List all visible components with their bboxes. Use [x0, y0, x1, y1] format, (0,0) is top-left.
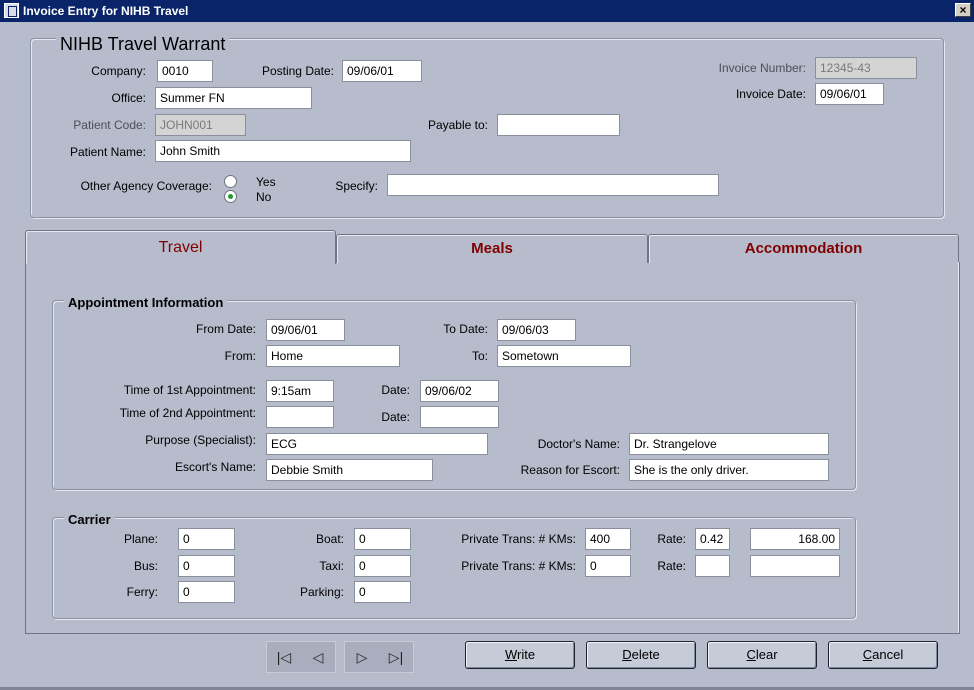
reason-field[interactable]: [629, 459, 829, 481]
last-record-button[interactable]: ▷|: [379, 642, 413, 672]
plane-field[interactable]: [178, 528, 235, 550]
invoice-entry-window: Invoice Entry for NIHB Travel × NIHB Tra…: [0, 0, 974, 690]
doctor-label: Doctor's Name:: [537, 437, 620, 451]
payable-to-field[interactable]: [497, 114, 620, 136]
to-field[interactable]: [497, 345, 631, 367]
invoice-date-label: Invoice Date:: [735, 87, 806, 101]
appt2-date-label: Date:: [381, 410, 410, 424]
rate2-field[interactable]: [695, 555, 730, 577]
escort-label: Escort's Name:: [175, 460, 256, 474]
appt1-time-field[interactable]: [266, 380, 334, 402]
coverage-label: Other Agency Coverage:: [80, 179, 212, 193]
purpose-field[interactable]: [266, 433, 488, 455]
patient-name-label: Patient Name:: [69, 145, 146, 159]
delete-button[interactable]: Delete: [586, 641, 696, 669]
rate2-label: Rate:: [657, 559, 686, 573]
posting-date-label: Posting Date:: [261, 64, 334, 78]
prev-record-button[interactable]: ◁: [301, 642, 335, 672]
total1-field: [750, 528, 840, 550]
doctor-field[interactable]: [629, 433, 829, 455]
patient-code-field: [155, 114, 246, 136]
bus-field[interactable]: [178, 555, 235, 577]
appt1-date-field[interactable]: [420, 380, 499, 402]
private1-kms-label: Private Trans: # KMs:: [461, 532, 576, 546]
travel-warrant-title: NIHB Travel Warrant: [56, 34, 230, 55]
rate1-field[interactable]: [695, 528, 730, 550]
coverage-yes-radio[interactable]: [224, 175, 237, 188]
tab-meals[interactable]: Meals: [336, 234, 648, 263]
tab-accommodation[interactable]: Accommodation: [648, 234, 959, 263]
private1-kms-field[interactable]: [585, 528, 631, 550]
delete-label: elete: [631, 647, 660, 662]
clear-label: lear: [755, 647, 778, 662]
company-field[interactable]: [157, 60, 213, 82]
coverage-no-radio[interactable]: [224, 190, 237, 203]
taxi-field[interactable]: [354, 555, 411, 577]
appt2-time-field[interactable]: [266, 406, 334, 428]
write-label: rite: [516, 647, 536, 662]
boat-label: Boat:: [315, 532, 344, 546]
office-label: Office:: [111, 91, 146, 105]
reason-label: Reason for Escort:: [520, 463, 620, 477]
parking-field[interactable]: [354, 581, 411, 603]
boat-field[interactable]: [354, 528, 411, 550]
ferry-label: Ferry:: [126, 585, 158, 599]
from-date-field[interactable]: [266, 319, 345, 341]
title-bar: Invoice Entry for NIHB Travel ×: [0, 0, 974, 22]
patient-name-field[interactable]: [155, 140, 411, 162]
appt1-time-label: Time of 1st Appointment:: [123, 383, 256, 397]
to-label: To:: [471, 349, 488, 363]
write-button[interactable]: Write: [465, 641, 575, 669]
posting-date-field[interactable]: [342, 60, 422, 82]
next-record-button[interactable]: ▷: [345, 642, 379, 672]
first-record-button[interactable]: |◁: [267, 642, 301, 672]
appt1-date-label: Date:: [381, 383, 410, 397]
close-button[interactable]: ×: [955, 3, 971, 17]
rate1-label: Rate:: [657, 532, 686, 546]
bus-label: Bus:: [133, 559, 158, 573]
delete-mnemonic: D: [622, 647, 632, 662]
appointment-title: Appointment Information: [64, 295, 228, 310]
coverage-no-label: No: [256, 190, 272, 204]
office-field[interactable]: [155, 87, 312, 109]
invoice-number-field: [815, 57, 917, 79]
clear-button[interactable]: Clear: [707, 641, 817, 669]
plane-label: Plane:: [123, 532, 158, 546]
write-mnemonic: W: [504, 647, 517, 662]
app-icon: [4, 3, 19, 18]
from-label: From:: [224, 349, 256, 363]
coverage-yes-label: Yes: [256, 175, 276, 189]
to-date-field[interactable]: [497, 319, 576, 341]
nav-group-left: |◁ ◁: [266, 641, 336, 673]
invoice-date-field[interactable]: [815, 83, 884, 105]
specify-label: Specify:: [335, 179, 378, 193]
appt2-date-field[interactable]: [420, 406, 499, 428]
escort-field[interactable]: [266, 459, 433, 481]
ferry-field[interactable]: [178, 581, 235, 603]
payable-to-label: Payable to:: [427, 118, 488, 132]
from-date-label: From Date:: [195, 322, 256, 336]
cancel-mnemonic: C: [862, 647, 873, 662]
total2-field: [750, 555, 840, 577]
cancel-button[interactable]: Cancel: [828, 641, 938, 669]
to-date-label: To Date:: [443, 322, 488, 336]
tab-travel[interactable]: Travel: [25, 230, 336, 264]
private2-kms-label: Private Trans: # KMs:: [461, 559, 576, 573]
company-label: Company:: [91, 64, 146, 78]
taxi-label: Taxi:: [319, 559, 344, 573]
private2-kms-field[interactable]: [585, 555, 631, 577]
specify-field[interactable]: [387, 174, 719, 196]
invoice-number-label: Invoice Number:: [718, 61, 806, 75]
from-field[interactable]: [266, 345, 400, 367]
window-title: Invoice Entry for NIHB Travel: [23, 4, 189, 18]
parking-label: Parking:: [299, 585, 344, 599]
carrier-title: Carrier: [64, 512, 115, 527]
patient-code-label: Patient Code:: [73, 118, 146, 132]
nav-group-right: ▷ ▷|: [344, 641, 414, 673]
appt2-time-label: Time of 2nd Appointment:: [119, 406, 256, 420]
clear-mnemonic: C: [746, 647, 756, 662]
cancel-label: ancel: [872, 647, 904, 662]
purpose-label: Purpose (Specialist):: [145, 433, 256, 447]
